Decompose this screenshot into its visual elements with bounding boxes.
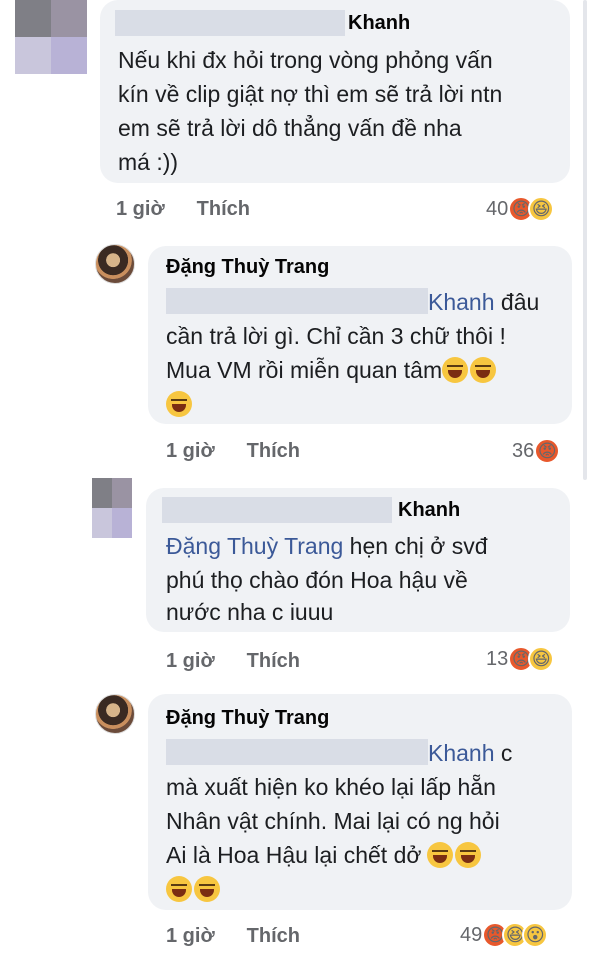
comment-text-line: em sẽ trả lời dô thẳng vấn đề nha	[118, 115, 462, 141]
comment-text-line: Ai là Hoa Hậu lại chết dở	[166, 839, 483, 871]
comment-text-fragment: Mua VM rồi miễn quan tâm	[166, 357, 443, 383]
comment-time[interactable]: 1 giờ	[166, 650, 215, 673]
reaction-count: 40	[486, 197, 509, 220]
comment-text-line: kín về clip giật nợ thì em sẽ trả lời nt…	[118, 81, 503, 107]
comment-text-line: Khanh c	[166, 737, 512, 769]
comment-author-row[interactable]: Khanh	[115, 10, 410, 36]
mention-link[interactable]: Khanh	[428, 289, 495, 315]
haha-reaction-icon: 😆	[528, 196, 555, 222]
comment-text-line: mà xuất hiện ko khéo lại lấp hẵn	[166, 774, 496, 800]
angry-reaction-icon: 😡	[534, 438, 561, 464]
comment-text-line: Đặng Thuỳ Trang hẹn chị ở svđ	[166, 530, 488, 562]
redacted-name	[162, 497, 392, 523]
comment-time[interactable]: 1 giờ	[166, 440, 215, 463]
like-button[interactable]: Thích	[197, 198, 250, 221]
reaction-count: 36	[512, 439, 535, 462]
laughing-emoji-icon	[166, 876, 192, 902]
comment-author[interactable]: Khanh	[348, 12, 410, 35]
comment-author-row[interactable]: Đặng Thuỳ Trang	[166, 256, 329, 279]
comment-author[interactable]: Khanh	[398, 499, 460, 522]
comment-text-line: nước nha c iuuu	[166, 599, 334, 625]
avatar[interactable]	[92, 478, 132, 538]
reaction-summary[interactable]: 49 😡 😆 😮	[460, 922, 549, 948]
comment-author[interactable]: Đặng Thuỳ Trang	[166, 256, 329, 279]
reaction-count: 49	[460, 923, 483, 946]
comment-time[interactable]: 1 giờ	[166, 925, 215, 948]
comment-text-fragment: c	[494, 740, 513, 766]
avatar[interactable]	[95, 694, 135, 734]
like-button[interactable]: Thích	[247, 440, 300, 463]
reaction-summary[interactable]: 13 😡 😆	[486, 646, 555, 672]
comment-text-line: cần trả lời gì. Chỉ cần 3 chữ thôi !	[166, 323, 506, 349]
comment-text-line: Nếu khi đx hỏi trong vòng phỏng vấn	[118, 47, 493, 73]
comment-text-fragment: Ai là Hoa Hậu lại chết dở	[166, 842, 422, 868]
laughing-emoji-icon	[166, 391, 192, 417]
laughing-emoji-icon	[455, 842, 482, 868]
comment-text-line	[166, 388, 194, 420]
wow-reaction-icon: 😮	[522, 922, 549, 948]
redacted-name	[166, 739, 428, 765]
laughing-emoji-icon	[470, 357, 497, 383]
comment-time[interactable]: 1 giờ	[116, 198, 165, 221]
redacted-name	[115, 10, 345, 36]
comment-text-fragment: hẹn chị ở svđ	[343, 533, 488, 559]
comment-text-line: Khanh đâu	[166, 286, 539, 318]
comment-text-line: Nhân vật chính. Mai lại có ng hỏi	[166, 808, 500, 834]
reaction-summary[interactable]: 40 😡 😆	[486, 196, 555, 222]
avatar[interactable]	[95, 244, 135, 284]
comment-text-fragment: đâu	[494, 289, 540, 315]
reaction-summary[interactable]: 36 😡	[512, 438, 561, 464]
comment-meta: 1 giờ Thích	[166, 925, 300, 948]
reaction-count: 13	[486, 647, 509, 670]
laughing-emoji-icon	[194, 876, 220, 902]
comment-meta: 1 giờ Thích	[166, 650, 300, 673]
mention-link[interactable]: Đặng Thuỳ Trang	[166, 533, 343, 559]
comment-author-row[interactable]: Khanh	[162, 497, 460, 523]
comment-text-line: má :))	[118, 149, 179, 175]
laughing-emoji-icon	[427, 842, 454, 868]
haha-reaction-icon: 😆	[528, 646, 555, 672]
scrollbar[interactable]	[583, 0, 587, 480]
avatar[interactable]	[15, 0, 87, 74]
mention-link[interactable]: Khanh	[428, 740, 495, 766]
comment-author-row[interactable]: Đặng Thuỳ Trang	[166, 707, 329, 730]
comment-text-line: Mua VM rồi miễn quan tâm	[166, 354, 498, 386]
like-button[interactable]: Thích	[247, 925, 300, 948]
comment-text-line	[166, 873, 222, 905]
comment-meta: 1 giờ Thích	[116, 198, 250, 221]
comment-text-line: phú thọ chào đón Hoa hậu về	[166, 567, 468, 593]
like-button[interactable]: Thích	[247, 650, 300, 673]
redacted-name	[166, 288, 428, 314]
comment-meta: 1 giờ Thích	[166, 440, 300, 463]
comment-author[interactable]: Đặng Thuỳ Trang	[166, 707, 329, 730]
laughing-emoji-icon	[442, 357, 469, 383]
